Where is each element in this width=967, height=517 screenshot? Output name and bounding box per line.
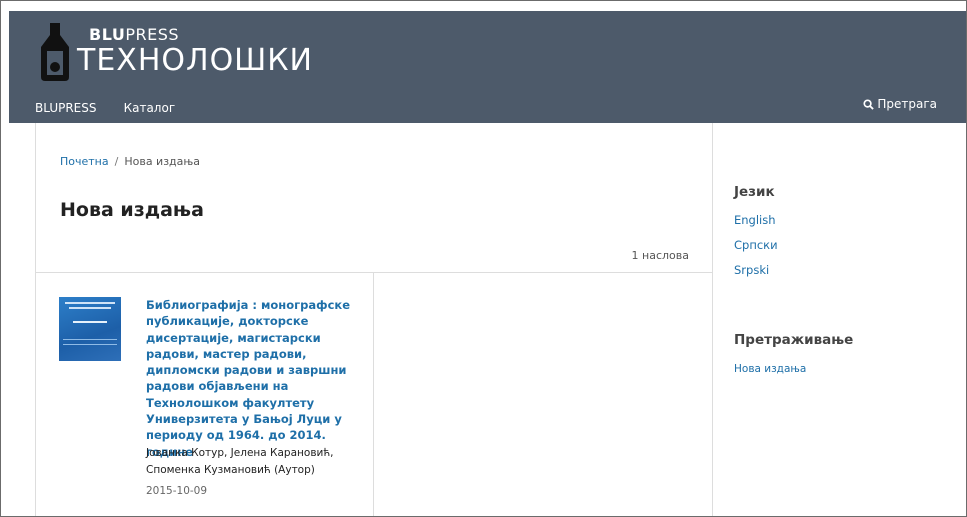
browse-heading: Претраживање	[734, 332, 854, 348]
search-icon	[863, 99, 875, 110]
results-count: 1 наслова	[631, 249, 689, 262]
brand-big-text: ТЕХНОЛОШКИ	[77, 43, 313, 78]
breadcrumb-separator: /	[114, 155, 119, 168]
primary-nav: BLUPRESS Каталог	[35, 97, 197, 117]
browser-frame: BLUPRESS ТЕХНОЛОШКИ BLUPRESS Каталог Пре…	[0, 0, 967, 517]
site-logo[interactable]: BLUPRESS ТЕХНОЛОШКИ	[35, 19, 312, 91]
lamp-logo-icon	[41, 23, 69, 81]
breadcrumb: Почетна / Нова издања	[60, 155, 200, 168]
site-header: BLUPRESS ТЕХНОЛОШКИ BLUPRESS Каталог Пре…	[9, 11, 966, 123]
nav-item-blupress[interactable]: BLUPRESS	[35, 101, 97, 115]
language-serbian-latin-link[interactable]: Srpski	[734, 263, 769, 277]
book-cover-thumbnail[interactable]	[59, 297, 121, 361]
grid-divider-vertical	[373, 272, 374, 516]
breadcrumb-current: Нова издања	[124, 155, 201, 168]
grid-divider-horizontal	[36, 272, 712, 273]
search-link[interactable]: Претрага	[863, 97, 937, 111]
language-english-link[interactable]: English	[734, 213, 776, 227]
nav-item-catalog[interactable]: Каталог	[124, 101, 176, 115]
sidebar: Језик English Српски Srpski Претраживање…	[734, 123, 964, 516]
book-title-link[interactable]: Библиографија : монографске публикације,…	[146, 297, 358, 460]
page-title: Нова издања	[60, 199, 204, 221]
search-label: Претрага	[877, 97, 937, 111]
book-authors: Јованка Котур, Јелена Карановић, Споменк…	[146, 447, 334, 476]
language-serbian-cyrillic-link[interactable]: Српски	[734, 238, 778, 252]
browse-new-releases-link[interactable]: Нова издања	[734, 363, 806, 375]
brand-small-text: BLUPRESS	[89, 25, 179, 44]
book-date: 2015-10-09	[146, 485, 208, 497]
breadcrumb-home-link[interactable]: Почетна	[60, 155, 109, 168]
language-heading: Језик	[734, 184, 775, 200]
main-content: Почетна / Нова издања Нова издања 1 наслов…	[35, 123, 713, 516]
